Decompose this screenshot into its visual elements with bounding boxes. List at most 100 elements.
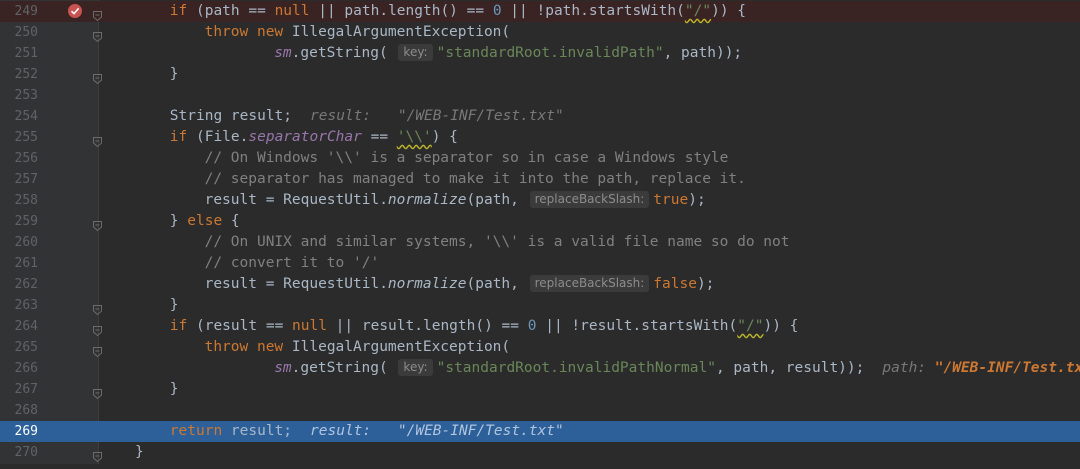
code-token: || !result.startsWith( [536,318,738,334]
fold-icon[interactable] [93,70,102,85]
code-token: || path.length() == [309,3,493,19]
line-number: 265 [14,340,38,355]
code-token: ); [688,192,706,208]
line-number: 255 [14,130,38,145]
code-text: } else { [170,211,240,232]
code-token: (path == [187,3,275,19]
field-token: sm [274,45,292,61]
code-line[interactable]: 258 result = RequestUtil.normalize(path, … [0,190,1080,211]
line-number: 252 [14,67,38,82]
line-number: 257 [14,172,38,187]
code-line[interactable]: 261 // convert it to '/' [0,253,1080,274]
code-editor[interactable]: 249 if (path == null || path.length() == … [0,0,1080,464]
keyword-token: false [653,276,697,292]
code-token: ) { [431,129,458,145]
line-number: 261 [14,256,38,271]
keyword-token: null [274,3,310,19]
line-number: 258 [14,193,38,208]
code-line[interactable]: 270} [0,442,1080,463]
code-token: || !path.startsWith( [501,3,685,19]
number-token: 0 [492,3,502,19]
keyword-token: throw new [204,339,284,355]
inline-debug-value: "/WEB-INF/Test.txt" [397,423,564,439]
code-token: } [135,444,144,460]
code-line[interactable]: 250 throw new IllegalArgumentException( [0,22,1080,43]
comment-token: // On UNIX and similar systems, '\\' is … [204,234,790,250]
code-line[interactable]: 262 result = RequestUtil.normalize(path, … [0,274,1080,295]
code-line[interactable]: 264 if (result == null || result.length()… [0,316,1080,337]
fold-icon[interactable] [93,322,102,337]
code-line[interactable]: 265 throw new IllegalArgumentException( [0,337,1080,358]
code-line[interactable]: 252} [0,64,1080,85]
keyword-token: return [169,423,223,439]
code-token: || result.length() == [326,318,528,334]
fold-icon[interactable] [93,343,102,358]
code-line[interactable]: 251 sm.getString( key: "standardRoot.inval… [0,43,1080,64]
code-line[interactable]: 254 String result; result: "/WEB-INF/Test.… [0,106,1080,127]
code-token: .getString( [291,360,397,376]
code-line[interactable]: 253 [0,85,1080,106]
code-text: } [170,379,179,400]
code-line[interactable]: 263} [0,295,1080,316]
code-text: if (File.separatorChar == '\\') { [170,127,458,148]
comment-token: // On Windows '\\' is a separator so in … [204,150,729,166]
line-number: 264 [14,319,38,334]
keyword-token: null [292,318,327,334]
inline-debug-value: "/WEB-INF/Test.txt" [397,108,564,124]
code-token: } [169,66,179,82]
line-number: 256 [14,151,38,166]
field-token: separatorChar [248,129,362,145]
fold-icon[interactable] [93,301,102,316]
inline-debug-value: path: [882,360,935,376]
inline-debug-value: result: [310,108,380,124]
code-text: } [170,64,179,85]
code-token: == [361,129,397,145]
comment-token: // convert it to '/' [204,255,380,271]
fold-icon[interactable] [93,385,102,400]
code-token: (File. [187,129,249,145]
parameter-hint: replaceBackSlash: [529,191,650,208]
line-number: 259 [14,214,38,229]
fold-icon[interactable] [93,448,102,463]
fold-icon[interactable] [93,28,102,43]
code-text: sm.getString( key: "standardRoot.invalidP… [274,358,1080,379]
keyword-token: if [169,318,188,334]
code-token: (path, [466,276,528,292]
code-token: result = RequestUtil. [204,276,388,292]
breakpoint-icon[interactable] [68,4,82,18]
inline-debug-value: "/WEB-INF/Test.txt" [934,360,1080,376]
code-line[interactable]: 257 // separator has managed to make it i… [0,169,1080,190]
fold-icon[interactable] [93,7,102,22]
method-token: normalize [387,192,467,208]
code-text: sm.getString( key: "standardRoot.invalidP… [274,43,742,64]
code-line[interactable]: 260 // On UNIX and similar systems, '\\' … [0,232,1080,253]
line-number: 260 [14,235,38,250]
code-token: (result == [187,318,293,334]
code-token: , path)); [663,45,743,61]
keyword-token: if [169,129,188,145]
code-token: ); [696,276,715,292]
code-token: IllegalArgumentException( [283,24,511,40]
fold-icon[interactable] [93,133,102,148]
line-number: 253 [14,88,38,103]
code-token: } [169,297,179,313]
code-line[interactable]: 267} [0,379,1080,400]
parameter-hint: key: [398,44,433,61]
line-number: 263 [14,298,38,313]
line-number: 262 [14,277,38,292]
code-line[interactable]: 256 // On Windows '\\' is a separator so … [0,148,1080,169]
code-line[interactable]: 268 [0,400,1080,421]
code-line[interactable]: 266 sm.getString( key: "standardRoot.inval… [0,358,1080,379]
code-line[interactable]: 249 if (path == null || path.length() == … [0,1,1080,22]
line-number: 254 [14,109,38,124]
line-number: 266 [14,361,38,376]
code-line[interactable]: 255 if (File.separatorChar == '\\') { [0,127,1080,148]
code-token: String result; [169,108,293,124]
string-token: "/" [737,318,764,334]
code-line[interactable]: 269 return result; result: "/WEB-INF/Test.… [0,421,1080,442]
code-token: (path, [466,192,528,208]
inline-debug-value: result: [310,423,380,439]
fold-icon[interactable] [93,217,102,232]
line-number: 268 [14,403,38,418]
code-line[interactable]: 259 } else { [0,211,1080,232]
